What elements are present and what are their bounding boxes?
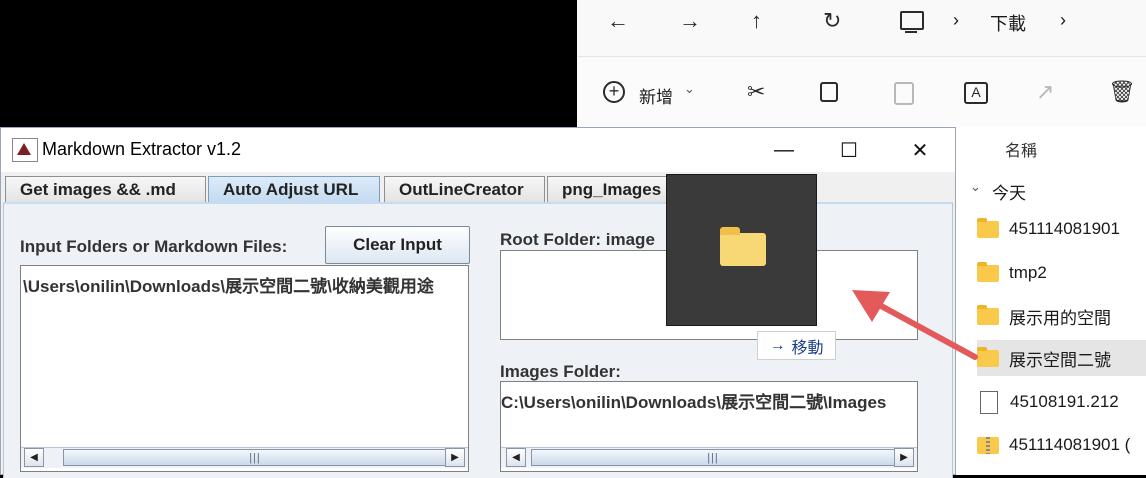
file-name: 451114081901 <box>1009 219 1120 238</box>
folder-icon <box>977 261 999 282</box>
java-app-icon <box>12 138 38 162</box>
input-text-area[interactable]: \Users\onilin\Downloads\展示空間二號\收納美觀用途 ◀ … <box>20 265 469 472</box>
group-header-today[interactable]: 今天 <box>992 179 1026 204</box>
scroll-left-icon[interactable]: ◀ <box>506 448 526 467</box>
move-tooltip: → 移動 <box>757 331 836 360</box>
close-button[interactable]: ✕ <box>885 128 955 172</box>
file-icon <box>980 390 998 414</box>
back-arrow-icon[interactable]: ← <box>607 10 629 32</box>
breadcrumb-separator: › <box>953 10 959 30</box>
this-pc-icon[interactable] <box>900 11 924 30</box>
group-chevron-icon[interactable]: ⌄ <box>970 179 981 195</box>
explorer-command-bar: + 新增 ⌄ ✂ A ↗ 🗑 <box>577 57 1146 127</box>
tab-auto-adjust-url[interactable]: Auto Adjust URL <box>208 176 380 202</box>
file-name: 45108191.212 <box>1010 392 1119 411</box>
scroll-right-icon[interactable]: ▶ <box>445 448 465 467</box>
list-item-selected[interactable]: 展示空間二號 <box>977 340 1146 376</box>
list-item[interactable]: 45108191.212 <box>977 384 1146 420</box>
maximize-button[interactable]: ☐ <box>814 128 884 172</box>
list-item[interactable]: 451114081901 ( <box>977 427 1146 463</box>
file-name: 展示用的空間 <box>1009 308 1111 328</box>
new-button-label[interactable]: 新增 <box>639 83 673 108</box>
scroll-thumb[interactable]: ||| <box>531 449 895 466</box>
list-item[interactable]: 451114081901 <box>977 211 1146 247</box>
column-header-name[interactable]: 名稱 <box>1005 137 1037 161</box>
folder-icon <box>977 304 999 325</box>
drag-preview-folder <box>666 174 817 326</box>
input-label: Input Folders or Markdown Files: <box>20 237 288 256</box>
images-folder-field[interactable]: C:\Users\onilin\Downloads\展示空間二號\Images … <box>500 381 918 472</box>
new-button[interactable]: + <box>603 81 625 103</box>
paste-icon <box>894 82 914 105</box>
breadcrumb-chevron[interactable]: › <box>1060 10 1066 31</box>
delete-icon[interactable]: 🗑 <box>1108 81 1136 103</box>
input-text-value: \Users\onilin\Downloads\展示空間二號\收納美觀用途 <box>23 277 434 296</box>
folder-icon <box>977 217 999 238</box>
forward-arrow-icon[interactable]: → <box>679 10 701 32</box>
input-horizontal-scrollbar[interactable]: ◀ ||| ▶ <box>21 447 468 468</box>
window-title: Markdown Extractor v1.2 <box>42 139 242 159</box>
minimize-button[interactable]: — <box>749 128 819 172</box>
scroll-thumb[interactable]: ||| <box>63 449 447 466</box>
copy-icon[interactable] <box>820 82 838 102</box>
up-arrow-icon[interactable]: ↑ <box>751 10 762 32</box>
file-name: 451114081901 ( <box>1009 435 1131 454</box>
explorer-nav-bar: ← → ↑ ↻ › 下載 › <box>577 0 1146 56</box>
move-arrow-icon: → <box>769 336 786 354</box>
this-pc-stand <box>905 31 917 33</box>
share-icon: ↗ <box>1036 79 1055 104</box>
breadcrumb-downloads[interactable]: 下載 <box>990 10 1026 36</box>
zip-folder-icon <box>977 436 999 454</box>
images-horizontal-scrollbar[interactable]: ◀ ||| ▶ <box>501 447 917 468</box>
rename-icon[interactable]: A <box>964 82 988 104</box>
folder-icon <box>977 346 999 367</box>
images-folder-value: C:\Users\onilin\Downloads\展示空間二號\Images <box>501 393 887 412</box>
cut-icon[interactable]: ✂ <box>747 81 765 103</box>
images-folder-label: Images Folder: <box>500 362 621 381</box>
title-bar[interactable]: Markdown Extractor v1.2 — ☐ ✕ <box>1 128 955 172</box>
refresh-icon[interactable]: ↻ <box>823 10 841 32</box>
scroll-left-icon[interactable]: ◀ <box>24 448 44 467</box>
root-folder-label: Root Folder: image <box>500 230 655 249</box>
folder-icon <box>720 227 766 266</box>
new-dropdown-chevron-icon[interactable]: ⌄ <box>684 81 695 97</box>
list-item[interactable]: 展示用的空間 <box>977 298 1146 334</box>
move-label: 移動 <box>791 339 824 357</box>
file-name: tmp2 <box>1009 263 1047 282</box>
scroll-right-icon[interactable]: ▶ <box>894 448 914 467</box>
tab-outline-creator[interactable]: OutLineCreator <box>384 176 545 202</box>
clear-input-button[interactable]: Clear Input <box>325 226 470 264</box>
tab-get-images[interactable]: Get images && .md <box>5 176 206 202</box>
list-item[interactable]: tmp2 <box>977 255 1146 291</box>
file-name: 展示空間二號 <box>1009 350 1111 370</box>
